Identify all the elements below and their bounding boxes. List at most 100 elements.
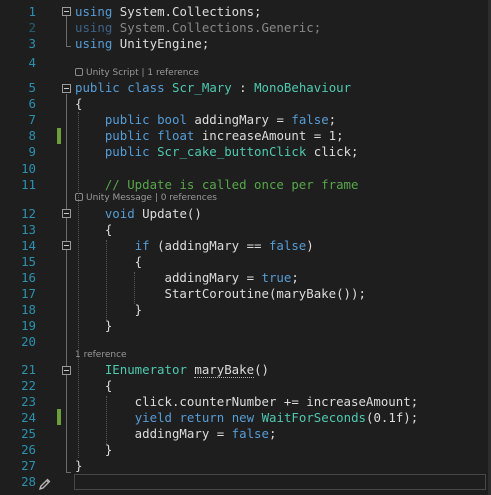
code-text[interactable]: { bbox=[75, 254, 142, 270]
line-number: 16 bbox=[21, 270, 36, 285]
code-line[interactable]: 8 public float increaseAmount = 1; bbox=[0, 128, 488, 144]
code-token: true bbox=[261, 270, 292, 285]
code-line[interactable]: 25 addingMary = false; bbox=[0, 426, 488, 442]
code-text[interactable]: public class Scr_Mary : MonoBehaviour bbox=[75, 80, 351, 96]
code-text[interactable]: { bbox=[75, 378, 112, 394]
code-text[interactable]: StartCoroutine(maryBake()); bbox=[75, 286, 366, 302]
code-text[interactable]: { bbox=[75, 222, 112, 238]
code-line[interactable]: 7 public bool addingMary = false; bbox=[0, 112, 488, 128]
code-token: WaitForSeconds bbox=[261, 410, 366, 425]
code-line[interactable]: 4 bbox=[0, 55, 488, 71]
code-text[interactable]: // Update is called once per frame bbox=[75, 177, 359, 193]
code-token: UnityEngine; bbox=[112, 36, 210, 51]
code-line[interactable]: 14 if (addingMary == false) bbox=[0, 238, 488, 254]
code-token: : bbox=[231, 80, 255, 95]
line-number: 17 bbox=[21, 286, 36, 301]
code-text[interactable]: } bbox=[75, 318, 112, 334]
code-line[interactable]: 1 using System.Collections; bbox=[0, 4, 488, 20]
code-line[interactable]: 10 bbox=[0, 161, 488, 177]
line-number: 2 bbox=[28, 20, 36, 35]
code-line[interactable]: 19 } bbox=[0, 318, 488, 334]
code-line[interactable]: 22 { bbox=[0, 378, 488, 394]
line-number: 19 bbox=[21, 318, 36, 333]
code-line[interactable]: 11 // Update is called once per frame bbox=[0, 177, 488, 193]
code-line[interactable]: 6{ bbox=[0, 96, 488, 112]
code-line[interactable]: 2 using System.Collections.Generic; bbox=[0, 20, 488, 36]
code-text[interactable]: public float increaseAmount = 1; bbox=[75, 128, 344, 144]
marybake-codelens[interactable]: 1 reference bbox=[75, 349, 127, 361]
code-text[interactable]: } bbox=[75, 458, 82, 474]
collapse-box-icon[interactable] bbox=[62, 241, 71, 250]
code-line[interactable]: 17 StartCoroutine(maryBake()); bbox=[0, 286, 488, 302]
collapse-box-icon[interactable] bbox=[62, 209, 71, 218]
code-line[interactable]: 16 addingMary = true; bbox=[0, 270, 488, 286]
code-line[interactable]: 15 { bbox=[0, 254, 488, 270]
update-codelens[interactable]: Unity Message | 0 references bbox=[75, 192, 217, 204]
code-line[interactable]: 3 using UnityEngine; bbox=[0, 36, 488, 52]
code-line[interactable]: 21 IEnumerator maryBake() bbox=[0, 362, 488, 378]
code-token: increaseAmount = 1; bbox=[194, 128, 344, 143]
fold-line bbox=[66, 16, 67, 46]
code-token: using bbox=[75, 36, 113, 51]
code-line[interactable]: 18 } bbox=[0, 302, 488, 318]
code-token: } bbox=[75, 458, 83, 473]
code-token: ) bbox=[306, 238, 314, 253]
code-token: bool bbox=[157, 112, 187, 127]
line-number: 8 bbox=[28, 128, 36, 143]
code-text[interactable]: addingMary = true; bbox=[75, 270, 299, 286]
collapse-box-icon[interactable] bbox=[62, 84, 71, 93]
code-text[interactable]: { bbox=[75, 96, 82, 112]
code-line[interactable]: 24 yield return new WaitForSeconds(0.1f)… bbox=[0, 410, 488, 426]
code-line[interactable]: 5 public class Scr_Mary : MonoBehaviour bbox=[0, 80, 488, 96]
class-codelens-text[interactable]: Unity Script | 1 reference bbox=[86, 68, 199, 78]
code-token: { bbox=[75, 222, 113, 237]
code-token: ; bbox=[328, 112, 337, 127]
marybake-codelens-text[interactable]: 1 reference bbox=[75, 350, 127, 360]
code-text[interactable]: yield return new WaitForSeconds(0.1f); bbox=[75, 410, 419, 426]
update-codelens-text[interactable]: Unity Message | 0 references bbox=[86, 193, 217, 203]
code-token: false bbox=[291, 112, 329, 127]
code-line[interactable]: 12 void Update() bbox=[0, 206, 488, 222]
code-line[interactable]: 26 } bbox=[0, 442, 488, 458]
line-number: 14 bbox=[21, 238, 36, 253]
code-text[interactable]: IEnumerator maryBake() bbox=[75, 362, 269, 378]
code-token: float bbox=[157, 128, 195, 143]
code-token: ; bbox=[268, 426, 277, 441]
unity-logo-icon bbox=[75, 193, 83, 201]
collapse-box-icon[interactable] bbox=[62, 7, 71, 16]
line-number: 6 bbox=[28, 96, 36, 111]
code-text[interactable]: using System.Collections; bbox=[75, 4, 262, 20]
class-codelens[interactable]: Unity Script | 1 reference bbox=[75, 67, 199, 79]
line-number: 7 bbox=[28, 112, 36, 127]
code-token: click.counterNumber += increaseAmount; bbox=[75, 394, 419, 409]
code-text[interactable]: void Update() bbox=[75, 206, 202, 222]
line-number: 15 bbox=[21, 254, 36, 269]
code-line[interactable]: 27} bbox=[0, 458, 488, 474]
code-line[interactable]: 13 { bbox=[0, 222, 488, 238]
collapse-box-icon[interactable] bbox=[62, 366, 71, 375]
code-text[interactable]: using System.Collections.Generic; bbox=[75, 20, 321, 36]
code-token: (0.1f); bbox=[366, 410, 419, 425]
code-line[interactable]: 9 public Scr_cake_buttonClick click; bbox=[0, 144, 488, 160]
code-token: { bbox=[75, 254, 143, 269]
code-text[interactable]: click.counterNumber += increaseAmount; bbox=[75, 394, 418, 410]
code-text[interactable]: public Scr_cake_buttonClick click; bbox=[75, 144, 359, 160]
code-text[interactable]: public bool addingMary = false; bbox=[75, 112, 336, 128]
code-text[interactable]: if (addingMary == false) bbox=[75, 238, 314, 254]
code-text[interactable]: } bbox=[75, 302, 142, 318]
fold-line-end bbox=[66, 472, 71, 473]
code-line[interactable]: 20 bbox=[0, 334, 488, 350]
code-line[interactable]: 23 click.counterNumber += increaseAmount… bbox=[0, 394, 488, 410]
code-token: false bbox=[268, 238, 307, 253]
code-text[interactable]: } bbox=[75, 442, 112, 458]
code-text[interactable]: using UnityEngine; bbox=[75, 36, 209, 52]
code-editor[interactable]: 1 using System.Collections; 2 using System.… bbox=[0, 0, 491, 495]
pencil-icon[interactable] bbox=[38, 476, 52, 495]
